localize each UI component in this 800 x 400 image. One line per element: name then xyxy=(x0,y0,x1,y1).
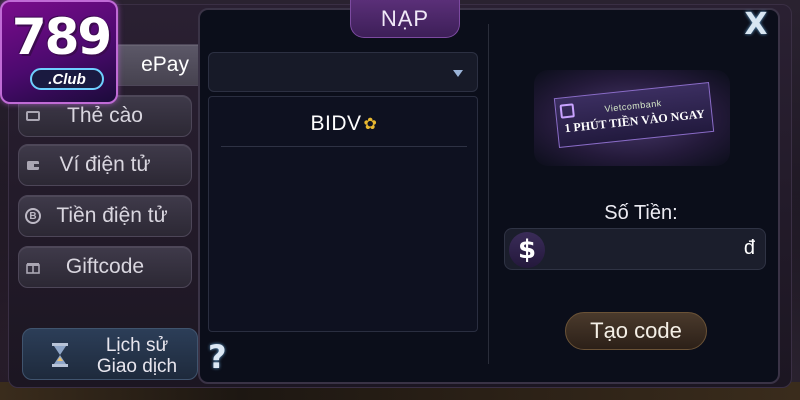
card-icon xyxy=(25,108,41,124)
bank-option-bidv[interactable]: BIDV ✿ xyxy=(221,101,467,147)
brand-logo: 789 .Club xyxy=(0,0,118,104)
dollar-icon: $ xyxy=(509,232,545,268)
bank-list: BIDV ✿ xyxy=(208,96,478,332)
close-button[interactable]: X xyxy=(738,7,774,42)
hourglass-icon xyxy=(51,343,69,367)
create-code-button[interactable]: Tạo code xyxy=(565,312,707,350)
bitcoin-icon: B xyxy=(25,208,41,224)
sidebar-item-label: Ví điện tử xyxy=(59,153,151,176)
history-label-line1: Lịch sử xyxy=(105,335,169,356)
amount-label: Số Tiền: xyxy=(604,202,678,224)
promo-banner: Vietcombank 1 PHÚT TIỀN VÀO NGAY xyxy=(534,70,730,166)
gift-icon xyxy=(25,259,41,275)
history-label-line2: Giao dịch xyxy=(96,356,178,377)
sidebar-item-label: ePay xyxy=(141,53,189,76)
sidebar-item-tien-dien-tu[interactable]: B Tiền điện tử xyxy=(18,195,192,237)
sidebar-item-vi-dien-tu[interactable]: Ví điện tử xyxy=(18,144,192,186)
bank-select[interactable] xyxy=(208,52,478,92)
sidebar-item-label: Tiền điện tử xyxy=(56,204,168,227)
chevron-down-icon xyxy=(453,70,463,77)
logo-number: 789 xyxy=(11,8,112,66)
vietcombank-logo-icon xyxy=(559,103,575,119)
banner-text: 1 PHÚT TIỀN VÀO NGAY xyxy=(563,106,706,136)
bidv-logo-icon: ✿ xyxy=(363,115,378,133)
wallet-icon xyxy=(25,157,41,173)
bank-option-label: BIDV xyxy=(310,111,362,135)
sidebar-item-epay[interactable]: ePay xyxy=(110,44,210,86)
amount-field: $ đ xyxy=(504,228,766,270)
page-title: NẠP xyxy=(350,0,460,38)
column-divider xyxy=(488,24,489,364)
currency-unit: đ xyxy=(743,237,755,259)
sidebar-item-giftcode[interactable]: Giftcode xyxy=(18,246,192,288)
transaction-history-button[interactable]: Lịch sử Giao dịch xyxy=(22,328,198,380)
sidebar-item-label: Giftcode xyxy=(65,255,145,278)
history-label: Lịch sử Giao dịch xyxy=(81,335,193,377)
promo-banner-card: Vietcombank 1 PHÚT TIỀN VÀO NGAY xyxy=(553,81,715,149)
sidebar-item-label: Thẻ cào xyxy=(67,104,143,127)
amount-input[interactable] xyxy=(551,235,731,265)
logo-suffix: .Club xyxy=(30,68,104,90)
help-button[interactable]: ? xyxy=(208,338,236,378)
